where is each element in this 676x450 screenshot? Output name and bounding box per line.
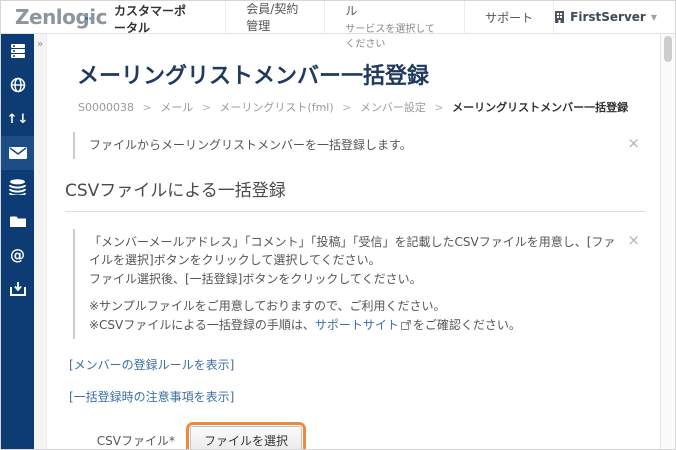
double-chevron-right-icon: » [36, 39, 44, 50]
nav-label: 会員/契約管理 [246, 2, 299, 33]
archive-download-icon [9, 282, 26, 296]
breadcrumb-item-member-settings[interactable]: メンバー設定 [360, 101, 426, 114]
support-site-link[interactable]: サポートサイト [315, 318, 399, 332]
show-member-rules-link[interactable]: [メンバーの登録ルールを表示] [69, 356, 234, 373]
instruction-line: 「メンバーメールアドレス」「コメント」「投稿」「受信」を記載したCSVファイルを… [89, 234, 616, 268]
breadcrumb-separator: > [142, 101, 152, 114]
logo-dots-icon [85, 5, 93, 24]
breadcrumb-separator: > [342, 101, 352, 114]
nav-control-panel[interactable]: コントロールパネル サービスを選択してください [324, 1, 464, 50]
instruction-note: ※CSVファイルによる一括登録の手順は、サポートサイト をご確認ください。 [89, 316, 620, 335]
page-description-notice: ファイルからメーリングリストメンバーを一括登録します。 × [73, 132, 646, 159]
sidebar-item-domain[interactable]: @ [1, 238, 34, 272]
breadcrumb-current: メーリングリストメンバー一括登録 [452, 101, 629, 114]
folder-icon [9, 216, 26, 227]
sidebar-item-archive[interactable] [1, 272, 34, 306]
upload-form: CSVファイル* ファイルを選択 サンプルファイル ダウンロード (Shift-… [65, 425, 646, 449]
sidebar-item-transfer[interactable]: ↑↓ [1, 102, 34, 136]
arrows-up-down-icon: ↑↓ [6, 111, 29, 127]
instructions-notice: 「メンバーメールアドレス」「コメント」「投稿」「受信」を記載したCSVファイルを… [73, 228, 646, 339]
header-nav: 会員/契約管理 コントロールパネル サービスを選択してください サポート [225, 1, 555, 50]
sidebar-item-files[interactable] [1, 204, 34, 238]
nav-label: サポート [485, 10, 534, 25]
page-title: メーリングリストメンバー一括登録 [77, 64, 430, 89]
section-divider [65, 210, 646, 212]
account-name: FirstServer [570, 10, 646, 24]
nav-member-contract[interactable]: 会員/契約管理 [225, 1, 324, 33]
sidebar: ↑↓ @ [1, 34, 34, 449]
account-menu[interactable]: FirstServer ▼ [554, 1, 675, 33]
breadcrumb-separator: > [434, 101, 444, 114]
external-link-icon [400, 319, 411, 330]
servers-icon [10, 44, 25, 58]
database-icon [9, 179, 26, 195]
notice-text: ファイルからメーリングリストメンバーを一括登録します。 [89, 138, 412, 152]
breadcrumb-item-mailinglist[interactable]: メーリングリスト(fml) [219, 101, 333, 114]
sidebar-expand-rail[interactable]: » [34, 34, 47, 449]
globe-icon [10, 77, 25, 93]
show-registration-notes-link[interactable]: [一括登録時の注意事項を表示] [69, 388, 234, 405]
csv-file-row: CSVファイル* ファイルを選択 [65, 425, 646, 449]
nav-label: コントロールパネル [345, 3, 358, 18]
logo-text: Zenlogic [15, 5, 107, 29]
file-select-button[interactable]: ファイルを選択 [190, 425, 303, 449]
logo-subtitle: カスタマーポータル [113, 3, 186, 35]
scrollbar[interactable] [660, 34, 675, 449]
note-text: をご確認ください。 [412, 317, 521, 332]
logo[interactable]: Zenlogic カスタマーポータル [1, 1, 195, 35]
breadcrumb-item-mail[interactable]: メール [160, 101, 193, 114]
sidebar-item-mail[interactable] [1, 136, 34, 170]
breadcrumb-separator: > [201, 101, 211, 114]
section-title: CSVファイルによる一括登録 [65, 180, 286, 201]
main-content: メーリングリストメンバー一括登録 S0000038 > メール > メーリングリ… [47, 34, 660, 449]
note-text: ※CSVファイルによる一括登録の手順は、 [89, 317, 315, 332]
chevron-down-icon: ▼ [650, 12, 657, 22]
csv-file-label: CSVファイル* [96, 433, 175, 448]
scrollbar-thumb[interactable] [664, 36, 672, 62]
breadcrumb-item-account[interactable]: S0000038 [78, 101, 134, 114]
sidebar-item-network[interactable] [1, 68, 34, 102]
instruction-note: ※サンプルファイルをご用意しておりますので、ご利用ください。 [89, 299, 446, 314]
app-window: Zenlogic カスタマーポータル 会員/契約管理 コントロールパネル サービ… [0, 0, 676, 450]
header: Zenlogic カスタマーポータル 会員/契約管理 コントロールパネル サービ… [1, 1, 675, 50]
close-icon[interactable]: × [627, 136, 640, 151]
instruction-line: ファイル選択後、[一括登録]ボタンをクリックしてください。 [89, 271, 422, 286]
mail-icon [8, 147, 27, 159]
breadcrumb: S0000038 > メール > メーリングリスト(fml) > メンバー設定 … [78, 99, 646, 115]
building-icon [555, 11, 565, 23]
at-mark-icon: @ [10, 245, 25, 264]
required-mark: * [169, 433, 175, 448]
sidebar-item-servers[interactable] [1, 34, 34, 68]
sidebar-item-database[interactable] [1, 170, 34, 204]
nav-support[interactable]: サポート [464, 1, 555, 33]
close-icon[interactable]: × [627, 232, 640, 248]
